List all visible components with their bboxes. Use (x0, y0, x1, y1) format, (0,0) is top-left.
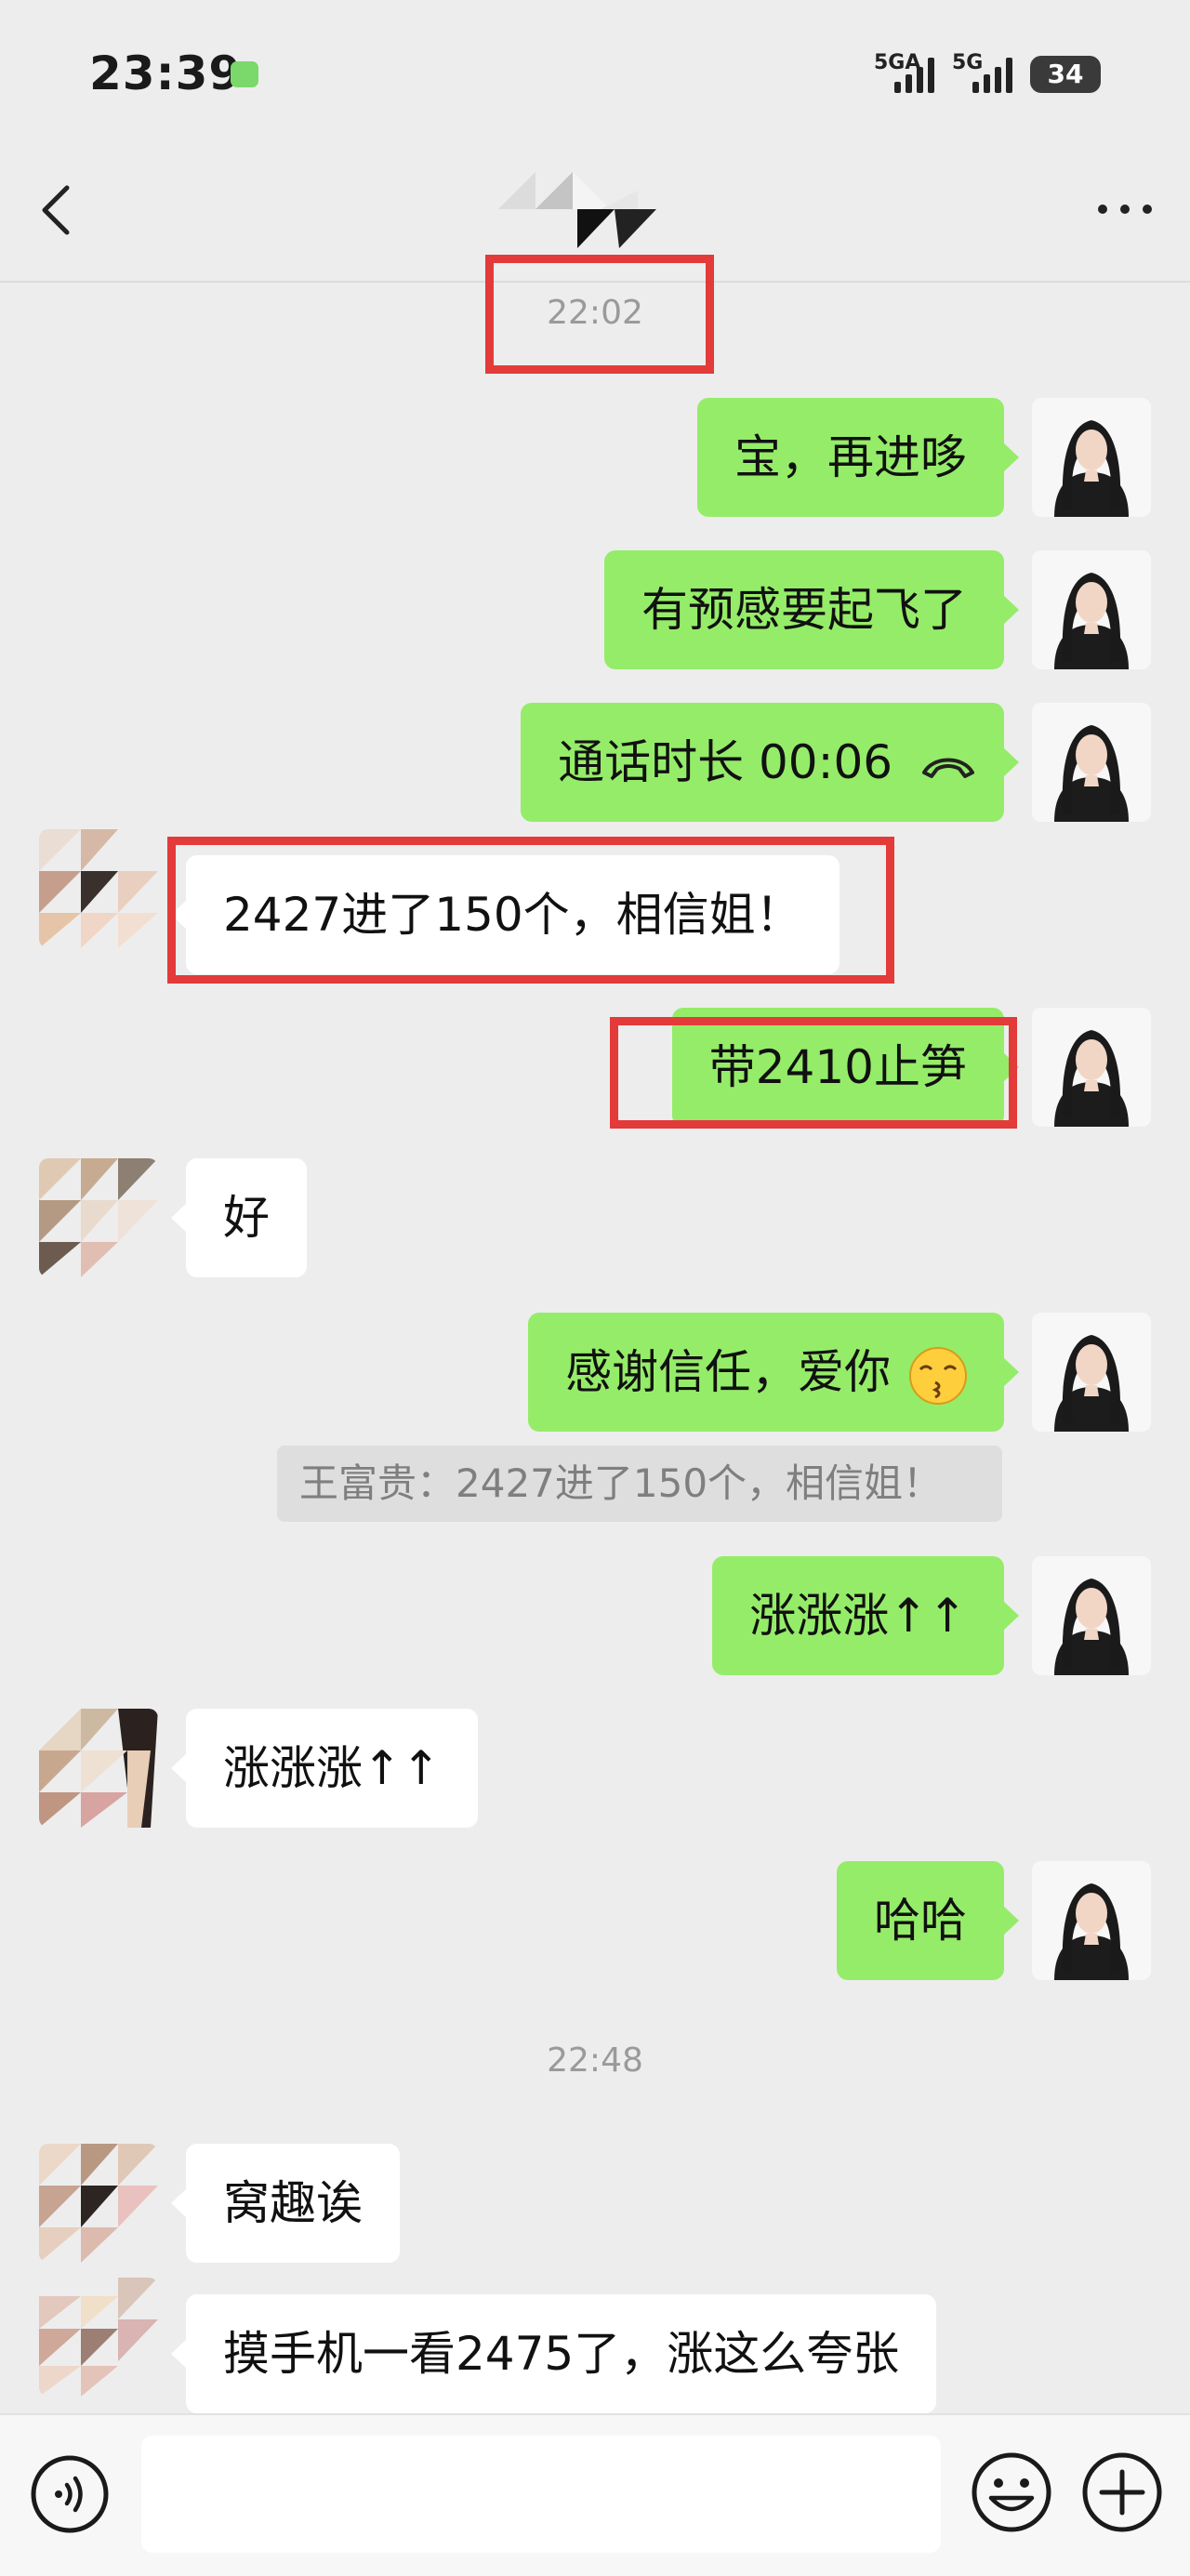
user-portrait-icon (1032, 1556, 1151, 1675)
message-bubble-sent[interactable]: 哈哈 (837, 1861, 1019, 1980)
message-input[interactable] (141, 2436, 941, 2553)
call-duration-text: 通话时长 00:06 (558, 735, 893, 789)
highlight-box (485, 255, 714, 374)
contact-avatar-mosaic[interactable] (39, 1709, 158, 1828)
my-avatar[interactable] (1032, 550, 1151, 669)
user-portrait-icon (1032, 703, 1151, 822)
user-portrait-icon (1032, 1008, 1151, 1127)
contact-avatar-mosaic[interactable] (39, 2144, 158, 2263)
message-bubble-sent[interactable]: 感谢信任，爱你 (528, 1313, 1019, 1432)
status-time: 23:39 (89, 46, 243, 100)
contact-avatar-mosaic[interactable] (39, 829, 158, 948)
message-bubble-sent[interactable]: 有预感要起飞了 (604, 550, 1019, 669)
signal-strength-icon (894, 56, 934, 93)
user-portrait-icon (1032, 1313, 1151, 1432)
message-bubble-received[interactable]: 涨涨涨↑↑ (171, 1709, 478, 1828)
quoted-message[interactable]: 王富贵：2427进了150个，相信姐！ (277, 1446, 1002, 1522)
more-functions-plus-icon[interactable] (1081, 2451, 1163, 2533)
user-portrait-icon (1032, 550, 1151, 669)
signal-strength-icon-2 (972, 56, 1012, 93)
contact-name-mosaic (498, 172, 656, 248)
phone-hangup-icon (922, 758, 974, 778)
user-portrait-icon (1032, 1861, 1151, 1980)
message-text: 感谢信任，爱你 (565, 1345, 892, 1399)
message-bubble-received[interactable]: 摸手机一看2475了，涨这么夸张 (170, 2294, 937, 2413)
contact-avatar-mosaic[interactable] (39, 1158, 158, 1277)
more-options-icon[interactable] (1095, 195, 1155, 223)
emoji-icon[interactable] (971, 2451, 1052, 2533)
contact-avatar-mosaic[interactable] (39, 2278, 158, 2397)
timestamp: 22:48 (547, 2041, 643, 2080)
message-bubble-received[interactable]: 好 (171, 1158, 307, 1277)
kiss-emoji-icon (909, 1346, 967, 1405)
my-avatar[interactable] (1032, 1861, 1151, 1980)
call-duration-bubble[interactable]: 通话时长 00:06 (521, 703, 1019, 822)
highlight-box (610, 1017, 1017, 1129)
voice-input-icon[interactable] (30, 2454, 110, 2534)
my-avatar[interactable] (1032, 703, 1151, 822)
wechat-notification-icon (231, 61, 258, 87)
message-bubble-received[interactable]: 窝趣诶 (171, 2144, 400, 2263)
my-avatar[interactable] (1032, 1556, 1151, 1675)
back-arrow-icon[interactable] (37, 182, 74, 238)
my-avatar[interactable] (1032, 1313, 1151, 1432)
my-avatar[interactable] (1032, 398, 1151, 517)
message-bubble-sent[interactable]: 宝，再进哆 (697, 398, 1019, 517)
highlight-box (167, 837, 894, 984)
message-bubble-sent[interactable]: 涨涨涨↑↑ (712, 1556, 1019, 1675)
battery-indicator: 34 (1030, 56, 1101, 93)
user-portrait-icon (1032, 398, 1151, 517)
my-avatar[interactable] (1032, 1008, 1151, 1127)
